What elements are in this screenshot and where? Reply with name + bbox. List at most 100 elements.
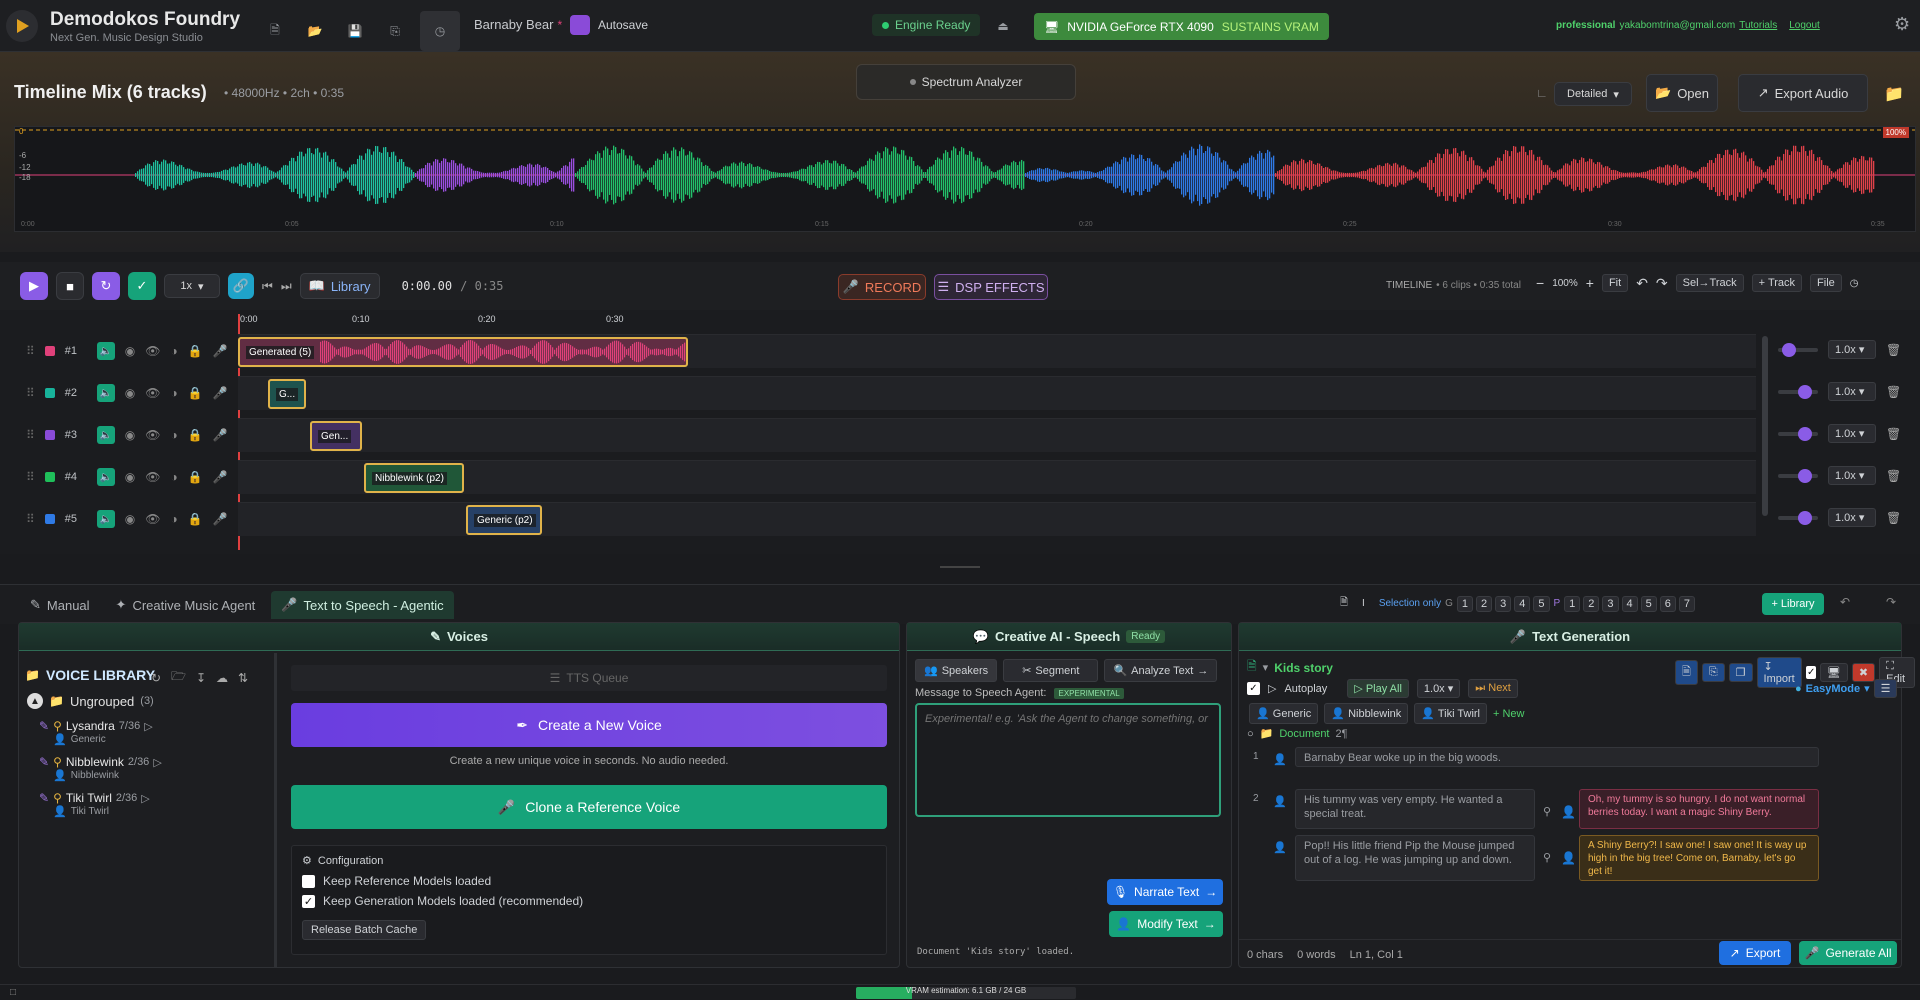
file-button[interactable]: File — [1810, 274, 1842, 292]
import-icon[interactable]: ↧ — [196, 671, 206, 685]
mic-icon[interactable]: 🎤 — [213, 512, 228, 526]
trash-icon[interactable]: 🗑 — [1886, 427, 1901, 441]
shield-icon[interactable]: ◑ — [171, 386, 178, 400]
speaker-chip[interactable]: 👤 Nibblewink — [1324, 703, 1409, 724]
sync-button[interactable]: ✓ — [128, 272, 156, 300]
volume-slider[interactable] — [1778, 510, 1818, 525]
fit-button[interactable]: Fit — [1601, 274, 1629, 292]
drag-handle-icon[interactable]: ⠿ — [26, 386, 35, 400]
volume-slider[interactable] — [1778, 426, 1818, 441]
mute-icon[interactable]: 🔈 — [96, 468, 115, 486]
new-folder-icon[interactable]: 🗁 — [171, 667, 186, 688]
save-as-icon[interactable]: ⎘ — [380, 16, 410, 46]
add-library-button[interactable]: + Library — [1762, 593, 1824, 615]
mute-icon[interactable]: 🔈 — [96, 342, 115, 360]
drag-handle-icon[interactable]: ⠿ — [26, 344, 35, 358]
audio-clip[interactable]: Gen... — [310, 421, 362, 451]
preset-number-chip[interactable]: 3 — [1602, 595, 1619, 612]
lock-icon[interactable]: 🔒 — [188, 428, 203, 442]
audio-clip[interactable]: G... — [268, 379, 306, 409]
clone-voice-button[interactable]: 🎤 Clone a Reference Voice — [291, 785, 887, 829]
track-lane[interactable]: G... — [238, 376, 1756, 410]
headphones-icon[interactable]: ◉ — [125, 512, 135, 526]
edit-icon[interactable]: ✎ — [39, 791, 49, 805]
view-mode-select[interactable]: Detailed ▾ — [1554, 82, 1632, 106]
headphones-icon[interactable]: ◉ — [125, 428, 135, 442]
preset-number-chip[interactable]: 4 — [1621, 595, 1638, 612]
track-color-swatch[interactable] — [44, 346, 55, 356]
headphones-icon[interactable]: ◉ — [125, 470, 135, 484]
autoplay-check-icon[interactable]: ✓ — [1806, 666, 1816, 679]
settings-gear-icon[interactable]: ⚙ — [1894, 14, 1910, 35]
volume-knob[interactable] — [1798, 510, 1812, 525]
layout-icon[interactable]: ∟ — [1536, 86, 1548, 100]
link-icon[interactable]: 🔗 — [228, 273, 254, 299]
play-button[interactable]: ▶ — [20, 272, 48, 300]
drag-handle-icon[interactable]: ⠿ — [26, 470, 35, 484]
logout-link[interactable]: Logout — [1789, 20, 1820, 31]
shield-icon[interactable]: ◑ — [171, 428, 178, 442]
skip-forward-icon[interactable]: ⏭ — [281, 279, 292, 294]
release-cache-button[interactable]: Release Batch Cache — [302, 920, 427, 940]
audio-clip[interactable]: Nibblewink (p2) — [364, 463, 464, 493]
undo-icon[interactable]: ↶ — [1840, 595, 1850, 609]
voice-item[interactable]: ✎ ⚲ Tiki Twirl 2/36 ▷ 👤 Tiki Twirl — [39, 791, 259, 818]
edit-icon[interactable]: ✎ — [39, 719, 49, 733]
group-name[interactable]: Ungrouped — [70, 694, 134, 709]
drag-handle-icon[interactable]: ⠿ — [26, 512, 35, 526]
gain-select[interactable]: 1.0x ▾ — [1828, 508, 1876, 527]
preset-number-chip[interactable]: 1 — [1564, 595, 1581, 612]
headphones-icon[interactable]: ◉ — [125, 344, 135, 358]
gain-select[interactable]: 1.0x ▾ — [1828, 466, 1876, 485]
cursor-icon[interactable]: I — [1362, 598, 1365, 609]
trash-icon[interactable]: 🗑 — [1886, 385, 1901, 399]
mute-icon[interactable]: 🔈 — [96, 426, 115, 444]
undo-icon[interactable]: ↶ — [1636, 275, 1648, 292]
easymode-toggle[interactable]: EasyMode — [1806, 683, 1860, 695]
volume-knob[interactable] — [1798, 468, 1812, 483]
speech-agent-input[interactable] — [915, 703, 1221, 817]
volume-slider[interactable] — [1778, 342, 1818, 357]
open-folder-icon[interactable]: 📂 — [300, 16, 330, 46]
dialogue-line[interactable]: A Shiny Berry?! I saw one! I saw one! It… — [1579, 835, 1819, 881]
analyze-text-button[interactable]: 🔍 Analyze Text → — [1104, 659, 1218, 682]
lock-icon[interactable]: 🔒 — [188, 344, 203, 358]
gpu-status[interactable]: 🖥 NVIDIA GeForce RTX 4090 SUSTAINS VRAM — [1034, 13, 1329, 40]
track-color-swatch[interactable] — [44, 388, 55, 398]
pin-icon[interactable]: ⚲ — [1543, 805, 1551, 818]
volume-slider[interactable] — [1778, 384, 1818, 399]
resize-handle[interactable] — [940, 566, 980, 568]
track-lane[interactable]: Gen... — [238, 418, 1756, 452]
play-all-button[interactable]: ▷ Play All — [1347, 679, 1409, 698]
gain-select[interactable]: 1.0x ▾ — [1828, 340, 1876, 359]
zoom-out-icon[interactable]: − — [1536, 275, 1544, 291]
play-icon[interactable]: ▷ — [144, 720, 152, 733]
gain-select[interactable]: 1.0x ▾ — [1828, 424, 1876, 443]
play-icon[interactable]: ▷ — [153, 756, 161, 769]
library-button[interactable]: 📖 Library — [299, 273, 380, 299]
modify-text-button[interactable]: 👤 Modify Text → — [1109, 911, 1223, 937]
track-lane[interactable]: Nibblewink (p2) — [238, 460, 1756, 494]
selection-only-toggle[interactable]: Selection only — [1379, 598, 1441, 609]
trash-icon[interactable]: 🗑 — [1886, 511, 1901, 525]
new-file-icon[interactable]: 🗎 — [260, 16, 290, 46]
generate-all-button[interactable]: 🎤 Generate All — [1799, 941, 1897, 965]
mic-icon[interactable]: 🎤 — [213, 344, 228, 358]
lock-icon[interactable]: 🔒 — [188, 470, 203, 484]
speaker-chip[interactable]: 👤 Generic — [1249, 703, 1319, 724]
drag-handle-icon[interactable]: ⠿ — [26, 428, 35, 442]
volume-knob[interactable] — [1782, 342, 1796, 357]
open-button[interactable]: 📂 Open — [1646, 74, 1718, 112]
duplicate-icon[interactable]: ❐ — [1728, 663, 1753, 682]
folder-icon[interactable]: 📁 — [1884, 84, 1904, 104]
sel-track-button[interactable]: Sel→Track — [1675, 274, 1744, 292]
skip-back-icon[interactable]: ⏮ — [262, 279, 273, 294]
loop-button[interactable]: ↻ — [92, 272, 120, 300]
eye-icon[interactable]: 👁 — [145, 512, 160, 526]
dsp-effects-button[interactable]: ☰ DSP EFFECTS — [934, 274, 1048, 300]
keep-ref-checkbox[interactable] — [302, 874, 315, 888]
zoom-in-icon[interactable]: + — [1586, 275, 1594, 291]
track-color-swatch[interactable] — [44, 430, 55, 440]
document-line[interactable]: Pop!! His little friend Pip the Mouse ju… — [1295, 835, 1535, 881]
preset-number-chip[interactable]: 5 — [1640, 595, 1657, 612]
